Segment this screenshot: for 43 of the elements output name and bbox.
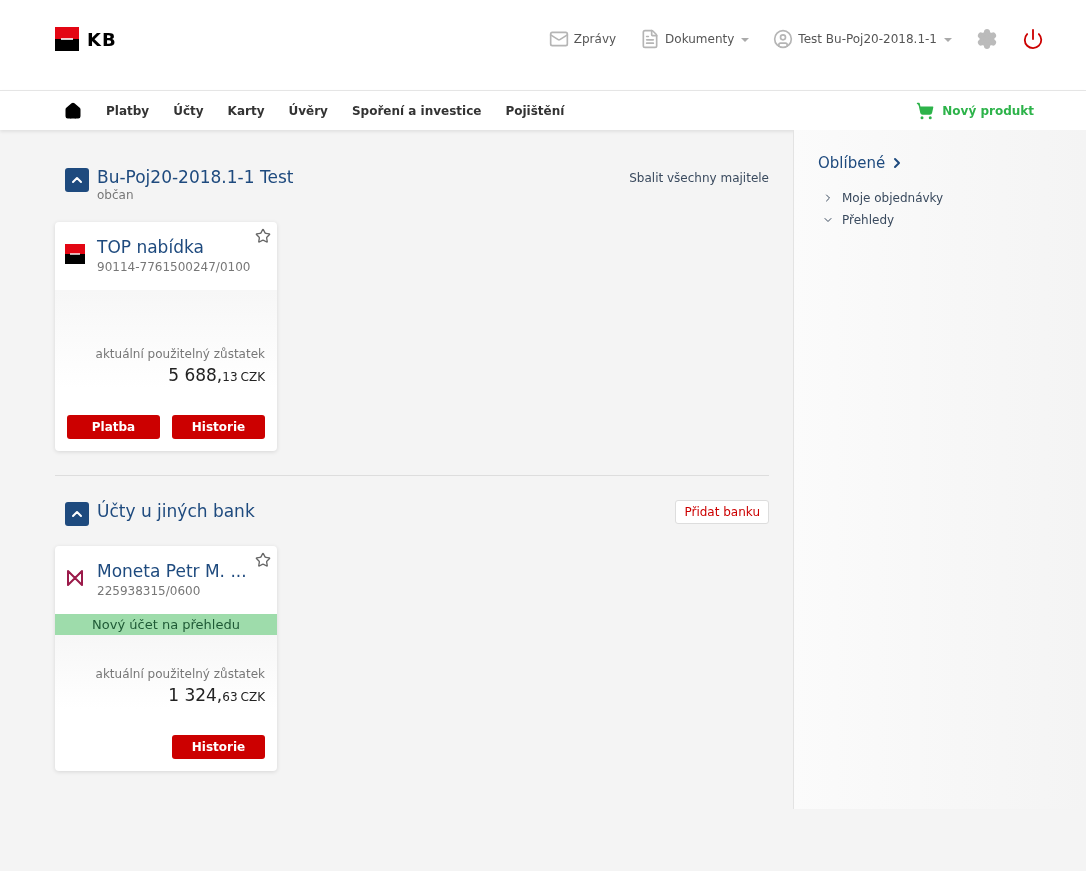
balance-label: aktuální použitelný zůstatek [95,346,265,363]
star-icon[interactable] [255,228,271,244]
header-link[interactable]: Zprávy [548,29,617,49]
action-button[interactable]: Platba [67,415,160,439]
user-icon [773,29,794,49]
bank-logo-icon [65,244,85,264]
nav-item[interactable]: Účty [173,101,204,120]
logo[interactable]: KB [55,25,117,53]
power-icon[interactable] [1022,28,1044,50]
nav-item[interactable]: Karty [227,101,265,120]
action-button[interactable]: Historie [172,735,265,759]
balance-amount: 5 688,13 CZK [168,364,265,387]
document-icon [640,29,661,49]
section-title: Bu-Poj20-2018.1-1 Test [97,166,294,188]
sidebar-item[interactable]: Přehledy [822,210,1086,229]
bank-logo-icon [65,568,85,588]
section-subtitle: občan [97,188,135,202]
header-link[interactable]: Dokumenty [640,29,750,49]
mail-icon [548,29,569,49]
account-name[interactable]: TOP nabídka [97,236,251,258]
collapse-all-link[interactable]: Sbalit všechny majitele [629,169,769,187]
star-icon[interactable] [255,552,271,568]
account-number: 90114-7761500247/0100 [97,259,251,276]
balance-amount: 1 324,63 CZK [168,684,265,707]
nav-item[interactable]: Spoření a investice [351,101,482,120]
home-icon[interactable] [64,101,82,120]
notice-banner: Nový účet na přehledu [55,614,277,635]
collapse-button[interactable] [65,502,89,526]
account-name[interactable]: Moneta Petr M. ... [97,560,247,582]
logo-icon [55,27,79,51]
add-bank-button[interactable]: Přidat banku [675,500,769,524]
favorites-link[interactable]: Oblíbené [818,152,1086,175]
nav-item[interactable]: Úvěry [288,101,328,120]
header-link[interactable]: Test Bu-Poj20-2018.1-1 [773,29,952,49]
collapse-button[interactable] [65,168,89,192]
cart-icon [916,101,935,120]
nav-item[interactable]: Pojištění [505,101,565,120]
nav-item[interactable]: Platby [106,101,150,120]
sidebar-item[interactable]: Moje objednávky [822,188,1086,207]
action-button[interactable]: Historie [172,415,265,439]
section-title: Účty u jiných bank [97,500,255,522]
account-number: 225938315/0600 [97,583,202,600]
balance-label: aktuální použitelný zůstatek [95,666,265,683]
